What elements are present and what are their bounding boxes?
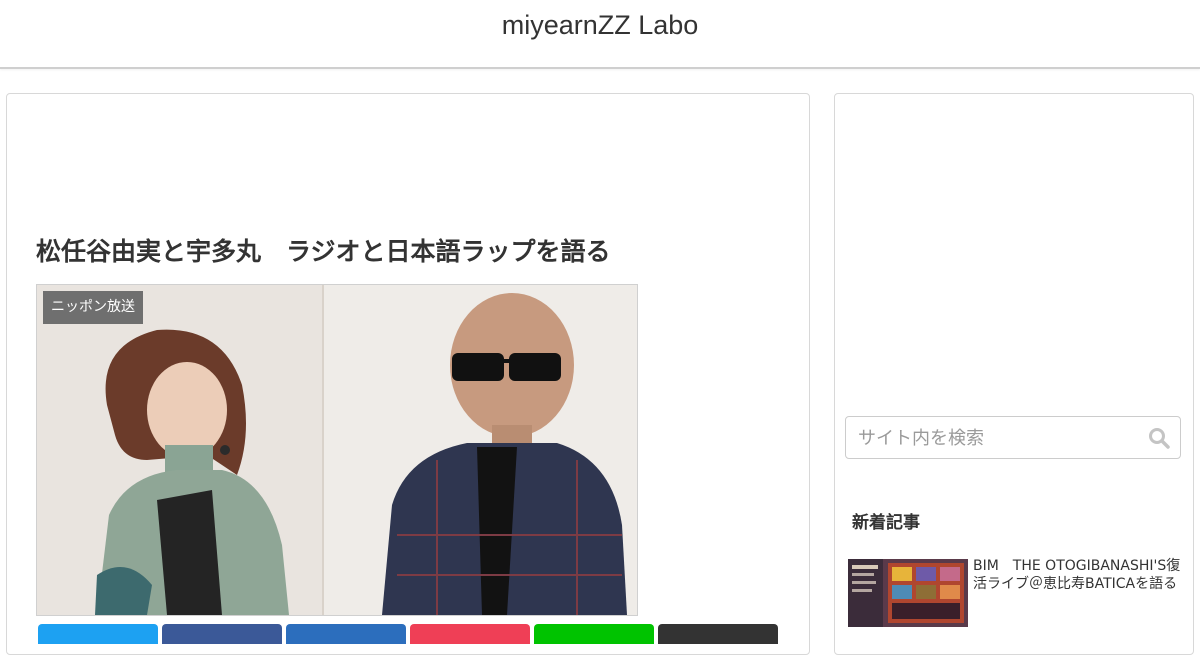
search-input[interactable] xyxy=(856,417,1140,460)
sidebar: 新着記事 BIM THE OTOGIBANASHI'S復活ライブ＠恵比寿BATI… xyxy=(834,93,1194,655)
share-button-line[interactable] xyxy=(534,624,654,644)
category-label[interactable]: ニッポン放送 xyxy=(43,291,143,324)
site-header: miyearnZZ Labo xyxy=(0,0,1200,69)
new-post-title[interactable]: BIM THE OTOGIBANASHI'S復活ライブ＠恵比寿BATICAを語る xyxy=(973,557,1183,593)
new-post-thumbnail[interactable] xyxy=(848,559,968,627)
eyecatch-photo xyxy=(37,285,637,615)
search-form xyxy=(845,416,1181,460)
share-buttons xyxy=(38,624,798,644)
share-button-hatena[interactable] xyxy=(286,624,406,644)
share-button-twitter[interactable] xyxy=(38,624,158,644)
share-button-pocket[interactable] xyxy=(410,624,530,644)
main-content: 松任谷由実と宇多丸 ラジオと日本語ラップを語る ニッポン放送 xyxy=(6,93,810,655)
share-button-facebook[interactable] xyxy=(162,624,282,644)
share-button-copy[interactable] xyxy=(658,624,778,644)
site-title-link[interactable]: miyearnZZ Labo xyxy=(0,8,1200,42)
search-icon[interactable] xyxy=(1148,427,1170,449)
new-post-item[interactable]: BIM THE OTOGIBANASHI'S復活ライブ＠恵比寿BATICAを語る xyxy=(848,557,1188,629)
new-posts-heading: 新着記事 xyxy=(852,513,920,533)
eyecatch-image[interactable]: ニッポン放送 xyxy=(36,284,638,616)
article-title: 松任谷由実と宇多丸 ラジオと日本語ラップを語る xyxy=(36,237,611,266)
